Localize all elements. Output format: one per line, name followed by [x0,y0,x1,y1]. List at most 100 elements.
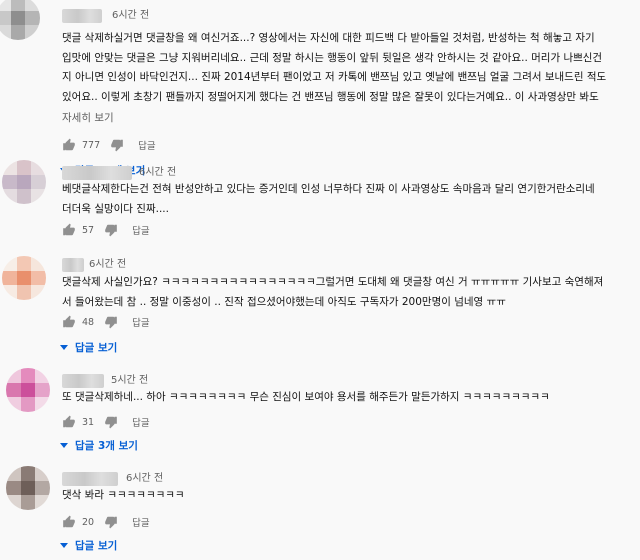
avatar-pixel [31,256,46,271]
avatar-pixel [25,0,40,11]
avatar-pixel [2,270,17,286]
reply-button[interactable]: 답글 [132,315,149,329]
author-name-blurred[interactable] [62,258,84,272]
view-replies-label: 답글 보기 [75,540,118,552]
action-bar: 48 답글 [62,314,150,330]
comment-timestamp[interactable]: 6시간 전 [89,258,126,272]
reply-button[interactable]: 답글 [132,415,149,429]
comment-timestamp[interactable]: 5시간 전 [111,374,148,388]
caret-down-icon [60,443,68,448]
comment-timestamp[interactable]: 6시간 전 [112,9,149,23]
avatar-pixel [35,397,50,412]
comment-text-line: 서 들어왔는데 참 .. 정말 이중성이 .. 진작 접으셨어야했는데 아직도 … [62,295,506,308]
avatar-pixel [16,160,32,175]
thumbs-down-icon[interactable] [110,138,124,152]
avatar-pixel [2,189,17,204]
read-more-link[interactable]: 자세히 보기 [62,111,114,125]
reply-button[interactable]: 답글 [132,223,149,237]
comment-timestamp[interactable]: 6시간 전 [139,166,176,180]
caret-down-icon [60,345,68,350]
comment-text-line: 지 아니면 인성이 바닥인건지... 진짜 2014년부터 팬이었고 저 카톡에… [62,71,607,83]
thumbs-up-icon[interactable] [62,223,76,237]
avatar-pixel [35,466,50,481]
avatar-pixel [25,10,40,26]
avatar-pixel [16,189,32,204]
avatar-pixel [20,368,36,383]
action-bar: 31 답글 [62,414,150,430]
thumbs-up-icon[interactable] [62,415,76,429]
avatar-pixel [16,285,32,300]
avatar-pixel [6,397,21,412]
avatar[interactable] [2,160,46,204]
avatar-pixel [35,382,50,398]
comment-text-line: 입맛에 안맞는 댓글은 그냥 지워버리네요.. 근데 정말 하시는 행동이 앞뒤… [62,51,603,64]
reply-button[interactable]: 답글 [138,138,155,152]
avatar-pixel [35,368,50,383]
thumbs-down-icon[interactable] [104,515,118,529]
comment-text: 댓글 삭제하실거면 댓글창을 왜 여신거죠...? 영상에서는 자신에 대한 피… [62,29,606,107]
avatar-pixel [2,285,17,300]
comment-text: 댓글삭제 사실인가요? ㅋㅋㅋㅋㅋㅋㅋㅋㅋㅋㅋㅋㅋㅋㅋㅋ그럴거면 도대체 왜 댓… [62,273,603,312]
view-replies-button[interactable]: 답글 보기 [60,538,117,553]
avatar[interactable] [6,368,50,412]
comment-text-line: 또 댓글삭제하네... 하아 ㅋㅋㅋㅋㅋㅋㅋㅋ 무슨 진심이 보여야 용서를 해… [62,391,550,403]
like-count: 48 [82,316,95,328]
avatar-pixel [2,256,17,271]
author-name-blurred[interactable] [62,472,118,486]
avatar-pixel [20,466,36,481]
avatar-pixel [16,270,32,286]
avatar-pixel [31,270,46,286]
thumbs-up-icon[interactable] [62,315,76,329]
divider [0,148,30,149]
avatar[interactable] [0,0,40,40]
thumbs-down-icon[interactable] [104,415,118,429]
avatar-pixel [0,25,11,40]
avatar-pixel [31,285,46,300]
avatar-pixel [31,189,46,204]
avatar-pixel [6,495,21,510]
comment-text-line: 댓글삭제 사실인가요? ㅋㅋㅋㅋㅋㅋㅋㅋㅋㅋㅋㅋㅋㅋㅋㅋ그럴거면 도대체 왜 댓… [62,276,604,288]
avatar-pixel [6,480,21,496]
like-count: 777 [82,139,101,151]
view-replies-label: 답글 3개 보기 [75,440,138,452]
like-count: 20 [82,516,95,528]
comment-timestamp[interactable]: 6시간 전 [126,472,163,486]
avatar-pixel [6,466,21,481]
view-replies-label: 답글 보기 [75,342,118,354]
avatar-pixel [2,174,17,190]
avatar-pixel [35,480,50,496]
like-count: 57 [82,224,95,236]
thumbs-down-icon[interactable] [104,223,118,237]
reply-button[interactable]: 답글 [132,515,149,529]
avatar-pixel [2,160,17,175]
action-bar: 57 답글 [62,222,150,238]
author-name-blurred[interactable] [62,374,104,388]
avatar[interactable] [6,466,50,510]
comment-text-line: 더더욱 실망이다 진짜.... [62,202,169,215]
comment-text-line: 있어요.. 이렇게 초창기 팬들까지 정떨어지게 했다는 건 밴쯔님 행동에 정… [62,90,599,103]
like-count: 31 [82,416,95,428]
avatar-pixel [20,397,36,412]
avatar-pixel [20,382,36,398]
author-name-blurred[interactable] [62,166,132,180]
view-replies-button[interactable]: 답글 3개 보기 [60,438,138,453]
avatar[interactable] [2,256,46,300]
avatar-pixel [20,480,36,496]
avatar-pixel [16,256,32,271]
comment-text-line: 댓글 삭제하실거면 댓글창을 왜 여신거죠...? 영상에서는 자신에 대한 피… [62,32,595,44]
comment-text-line: 댓삭 봐라 ㅋㅋㅋㅋㅋㅋㅋㅋ [62,489,185,501]
comment-text-line: 베댓글삭제한다는건 전혀 반성안하고 있다는 증거인데 인성 너무하다 진짜 이… [62,183,595,195]
author-name-blurred[interactable] [62,9,102,23]
thumbs-up-icon[interactable] [62,138,76,152]
avatar-pixel [16,174,32,190]
comment-text: 베댓글삭제한다는건 전혀 반성안하고 있다는 증거인데 인성 너무하다 진짜 이… [62,180,595,219]
avatar-pixel [31,160,46,175]
avatar-pixel [6,368,21,383]
avatar-pixel [6,382,21,398]
avatar-pixel [0,10,11,26]
avatar-pixel [35,495,50,510]
thumbs-up-icon[interactable] [62,515,76,529]
view-replies-button[interactable]: 답글 보기 [60,340,117,355]
avatar-pixel [10,10,26,26]
thumbs-down-icon[interactable] [104,315,118,329]
